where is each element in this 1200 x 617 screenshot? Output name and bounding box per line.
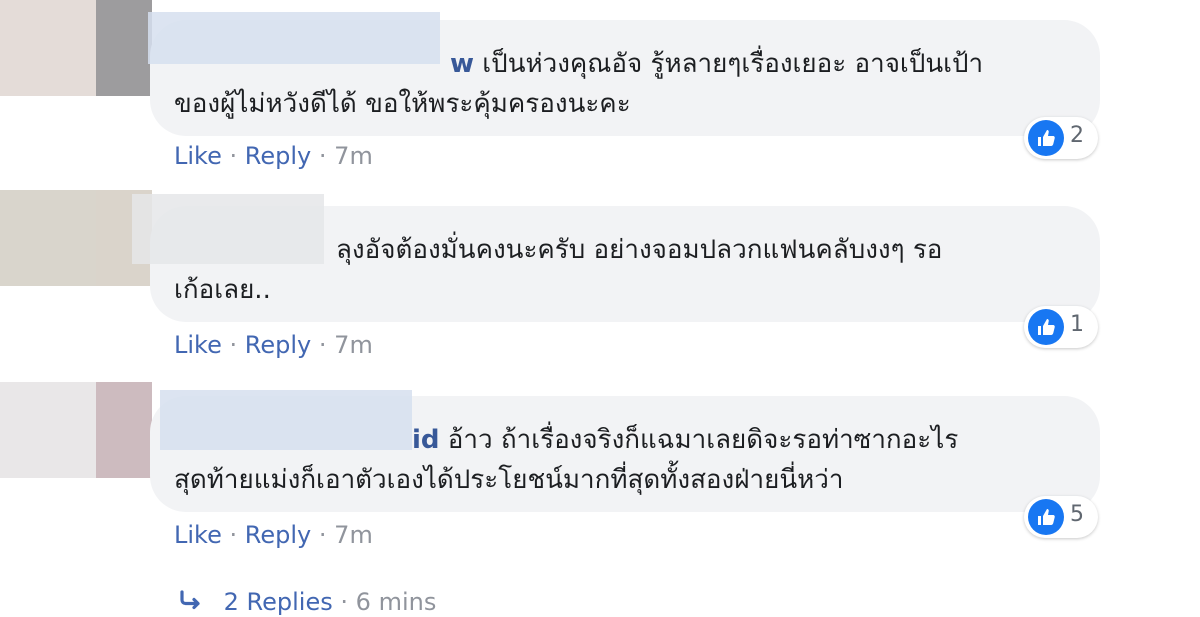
like-link[interactable]: Like <box>174 331 222 359</box>
avatar[interactable] <box>0 190 152 286</box>
reply-arrow-icon <box>178 588 208 616</box>
comment-time[interactable]: 7m <box>334 331 373 359</box>
like-link[interactable]: Like <box>174 142 222 170</box>
blurred-name <box>132 194 324 264</box>
comment-actions: Like · Reply · 7m <box>174 521 373 549</box>
comment-actions: Like · Reply · 7m <box>174 331 373 359</box>
avatar[interactable] <box>0 0 152 96</box>
replies-time: 6 mins <box>355 588 437 616</box>
separator: · <box>318 142 327 170</box>
separator: · <box>229 521 238 549</box>
reaction-count: 1 <box>1070 312 1084 337</box>
comment-actions: Like · Reply · 7m <box>174 142 373 170</box>
like-reaction-icon <box>1028 120 1064 156</box>
like-link[interactable]: Like <box>174 521 222 549</box>
like-reaction-icon <box>1028 309 1064 345</box>
comment-time[interactable]: 7m <box>334 521 373 549</box>
reaction-summary[interactable]: 5 <box>1024 496 1098 538</box>
comment-time[interactable]: 7m <box>334 142 373 170</box>
reaction-summary[interactable]: 1 <box>1024 306 1098 348</box>
view-replies-link[interactable]: 2 Replies · 6 mins <box>178 588 436 616</box>
separator: · <box>318 331 327 359</box>
reply-link[interactable]: Reply <box>245 521 311 549</box>
comment-author[interactable]: w <box>450 49 474 79</box>
comment-author[interactable]: id <box>412 425 440 455</box>
separator: · <box>229 331 238 359</box>
blurred-name <box>148 12 440 64</box>
like-reaction-icon <box>1028 499 1064 535</box>
avatar[interactable] <box>0 382 152 478</box>
separator: · <box>318 521 327 549</box>
blurred-name <box>160 390 412 450</box>
separator: · <box>340 588 349 616</box>
replies-count-label[interactable]: 2 Replies <box>224 588 333 616</box>
reaction-count: 2 <box>1070 123 1084 148</box>
reaction-summary[interactable]: 2 <box>1024 117 1098 159</box>
reply-link[interactable]: Reply <box>245 142 311 170</box>
reply-link[interactable]: Reply <box>245 331 311 359</box>
separator: · <box>229 142 238 170</box>
reaction-count: 5 <box>1070 502 1084 527</box>
